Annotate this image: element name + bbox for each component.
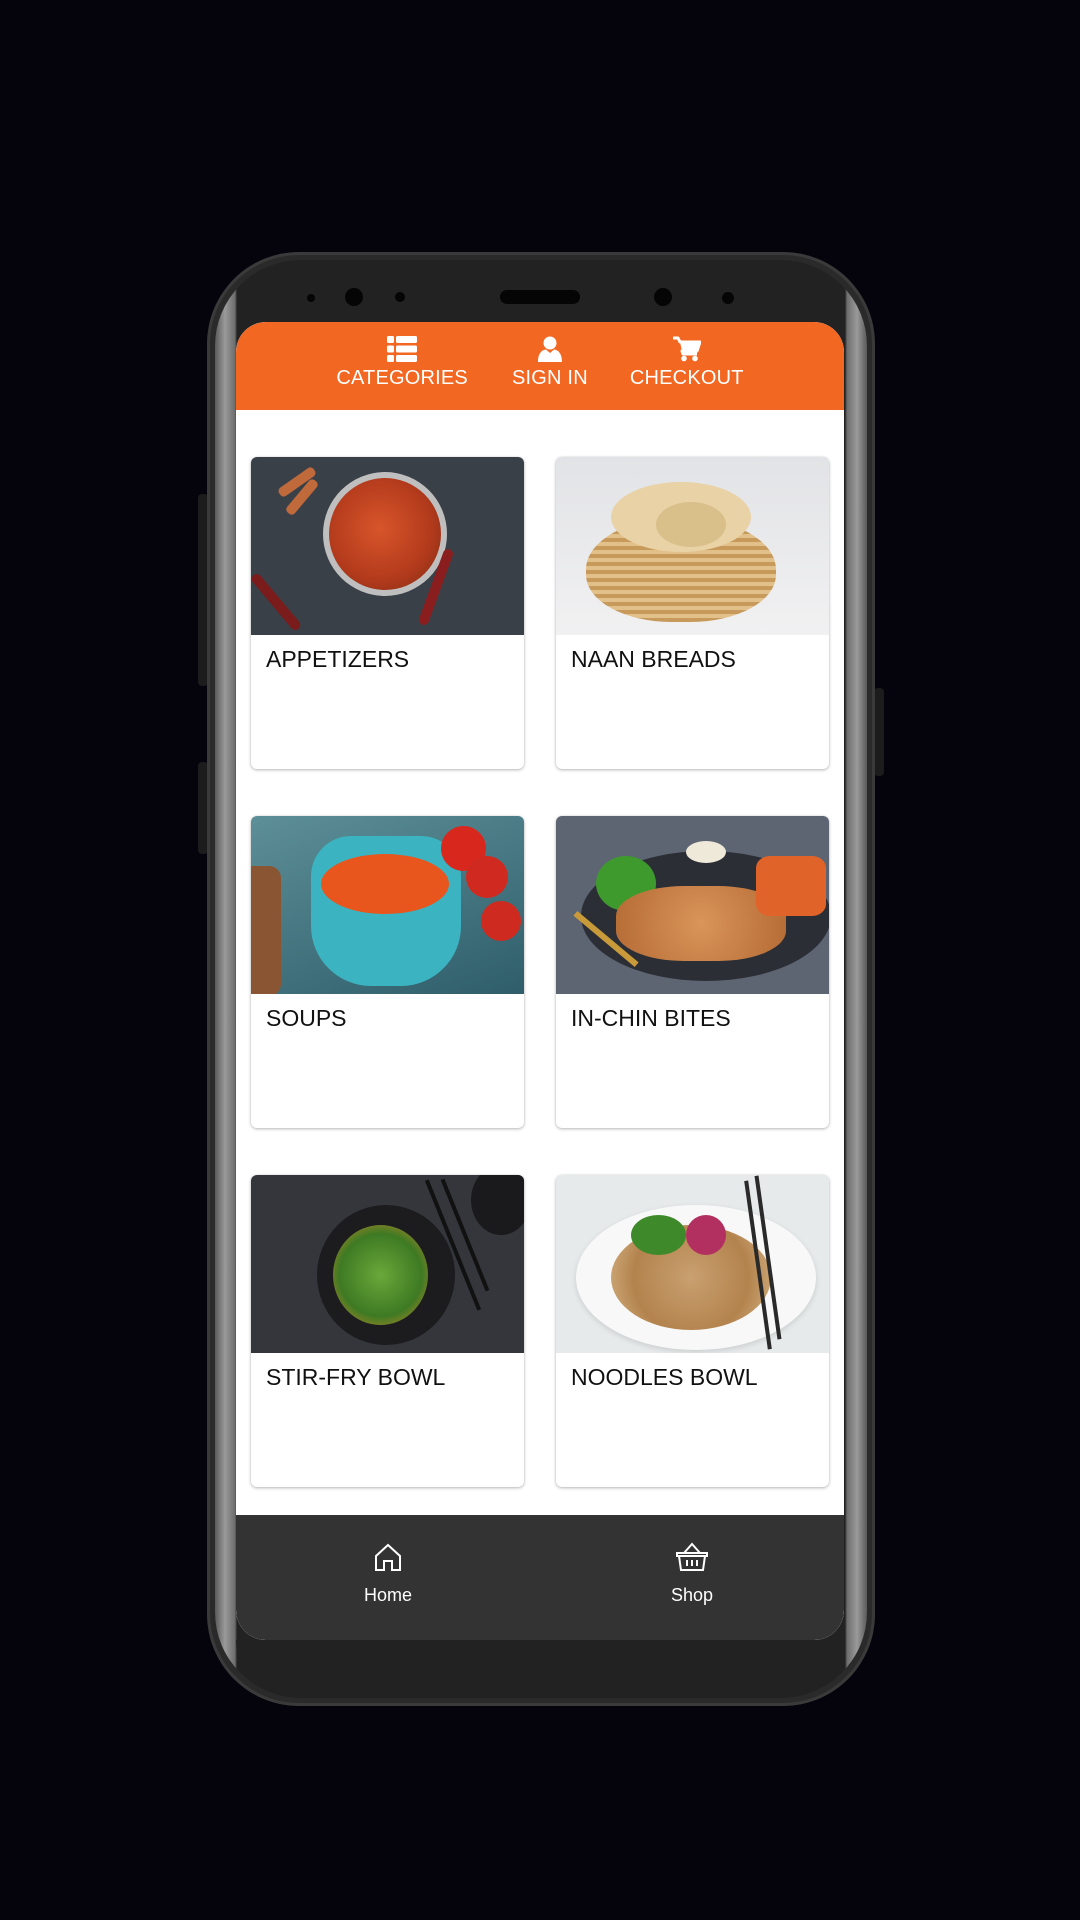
category-title: IN-CHIN BITES — [571, 1005, 731, 1031]
nav-checkout[interactable]: CHECKOUT — [630, 322, 744, 390]
category-title: SOUPS — [266, 1005, 347, 1031]
bottom-nav-home[interactable]: Home — [236, 1515, 540, 1640]
nav-sign-in-label: SIGN IN — [511, 367, 588, 389]
power-button — [874, 688, 884, 776]
user-icon — [537, 336, 562, 362]
nav-checkout-label: CHECKOUT — [629, 367, 744, 389]
earpiece-speaker — [500, 290, 580, 304]
category-card-appetizers[interactable]: APPETIZERS — [251, 457, 524, 769]
category-card-naan-breads[interactable]: NAAN BREADS — [556, 457, 829, 769]
category-card-stir-fry-bowl[interactable]: STIR-FRY BOWL — [251, 1175, 524, 1487]
app-screen: CATEGORIES SIGN IN CHECKOUT APPETIZERS N… — [236, 322, 844, 1640]
stir-fry-bowl-photo — [251, 1175, 524, 1353]
nav-categories-label: CATEGORIES — [336, 367, 468, 389]
top-nav: CATEGORIES SIGN IN CHECKOUT — [236, 322, 844, 410]
sensor-icon — [395, 292, 405, 302]
naan-breads-photo — [556, 457, 829, 635]
nav-categories[interactable]: CATEGORIES — [336, 322, 468, 390]
in-chin-bites-photo — [556, 816, 829, 994]
category-title: NAAN BREADS — [571, 646, 736, 672]
bottom-nav-home-label: Home — [363, 1585, 412, 1605]
sensor-icon — [722, 292, 734, 304]
phone-chin — [236, 1640, 844, 1690]
basket-icon — [676, 1542, 708, 1571]
appetizers-photo — [251, 457, 524, 635]
sensor-icon — [307, 294, 315, 302]
front-camera-icon — [345, 288, 363, 306]
bottom-nav-shop-label: Shop — [670, 1585, 714, 1605]
category-card-soups[interactable]: SOUPS — [251, 816, 524, 1128]
category-card-in-chin-bites[interactable]: IN-CHIN BITES — [556, 816, 829, 1128]
cart-icon — [672, 336, 701, 362]
bottom-nav: Home Shop — [236, 1515, 844, 1640]
home-icon — [375, 1543, 401, 1571]
category-card-noodles-bowl[interactable]: NOODLES BOWL — [556, 1175, 829, 1487]
iris-camera-icon — [654, 288, 672, 306]
category-title: NOODLES BOWL — [571, 1364, 758, 1390]
list-icon — [387, 336, 418, 362]
noodles-bowl-photo — [556, 1175, 829, 1353]
category-title: STIR-FRY BOWL — [266, 1364, 446, 1390]
soups-photo — [251, 816, 524, 994]
nav-sign-in[interactable]: SIGN IN — [512, 322, 588, 390]
category-title: APPETIZERS — [266, 646, 410, 672]
bottom-nav-shop[interactable]: Shop — [540, 1515, 844, 1640]
